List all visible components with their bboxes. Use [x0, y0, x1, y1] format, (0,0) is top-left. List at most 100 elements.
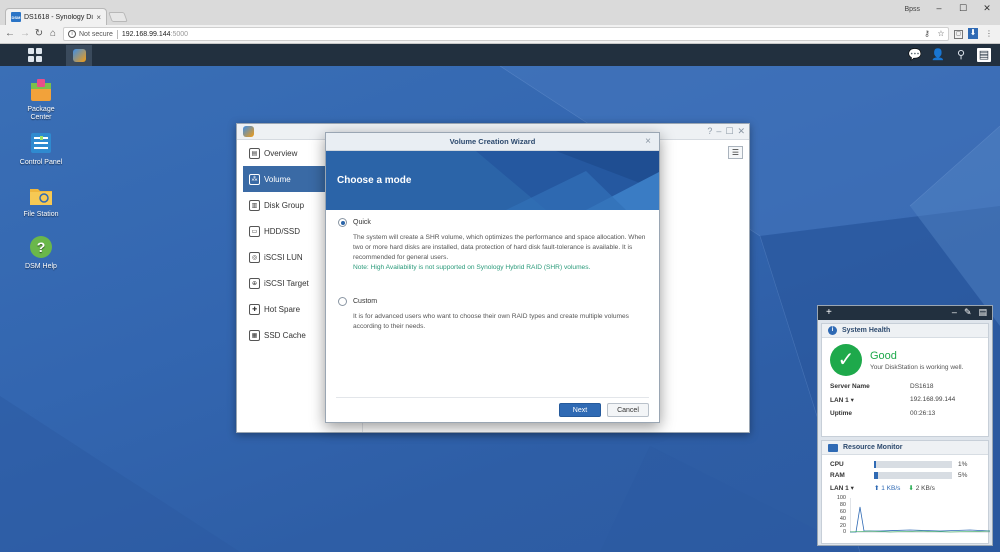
nav-label: Disk Group: [264, 200, 305, 210]
home-icon[interactable]: ⌂: [47, 28, 59, 39]
desktop-icon-control-panel[interactable]: Control Panel: [6, 130, 76, 166]
wizard-body: Quick The system will create a SHR volum…: [326, 210, 659, 400]
desktop-icon-file-station[interactable]: File Station: [6, 182, 76, 218]
help-icon: ?: [30, 236, 52, 258]
notifications-chat-icon[interactable]: 💬: [908, 48, 922, 62]
maximize-icon[interactable]: ☐: [956, 3, 970, 14]
globe-icon: ⊕: [249, 277, 260, 289]
health-subtext: Your DiskStation is working well.: [870, 363, 964, 371]
user-icon[interactable]: 👤: [931, 48, 945, 62]
ram-row: RAM 5%: [822, 470, 988, 481]
browser-tab[interactable]: DSM DS1618 - Synology DiskS ×: [5, 8, 107, 25]
search-icon[interactable]: ⚲: [954, 48, 968, 62]
info-row: Server Name DS1618: [822, 380, 988, 393]
key-icon[interactable]: ⚷: [922, 29, 932, 38]
info-icon[interactable]: i: [68, 30, 76, 38]
address-bar[interactable]: i Not secure 192.168.99.144:5000: [63, 27, 949, 41]
synology-favicon-icon: DSM: [11, 12, 21, 22]
quick-radio[interactable]: [338, 218, 347, 227]
taskbar-storage-manager[interactable]: [66, 45, 92, 66]
folder-icon: [30, 189, 52, 205]
widget-toolbar: + – ✎ ▤: [818, 306, 992, 320]
storage-manager-icon: [243, 126, 254, 137]
note-text: Note: High Availability is not supported…: [353, 264, 591, 271]
main-menu-icon[interactable]: [24, 47, 46, 63]
ram-value: 5%: [958, 472, 968, 479]
widget-header[interactable]: Resource Monitor: [822, 441, 988, 455]
custom-radio[interactable]: [338, 297, 347, 306]
maximize-icon[interactable]: ☐: [725, 126, 733, 137]
help-icon[interactable]: ?: [707, 126, 712, 137]
menu-kebab-icon[interactable]: ⋮: [984, 29, 994, 38]
browser-user-name[interactable]: Bpss: [904, 6, 920, 13]
back-icon[interactable]: ←: [4, 28, 16, 39]
minimize-icon[interactable]: –: [932, 3, 946, 13]
lan-selector[interactable]: LAN 1 ▾: [830, 484, 874, 492]
chart-tick: 40: [839, 516, 846, 522]
ram-label: RAM: [830, 472, 845, 479]
nav-label: Volume: [264, 174, 291, 184]
forward-icon[interactable]: →: [19, 28, 31, 39]
wizard-banner: Choose a mode: [326, 151, 659, 210]
info-value: DS1618: [910, 383, 934, 390]
tab-title: DS1618 - Synology DiskS: [24, 13, 93, 21]
wizard-footer: Next Cancel: [336, 397, 649, 422]
reload-icon[interactable]: ↻: [33, 28, 45, 39]
option-quick[interactable]: Quick: [338, 218, 647, 227]
ssd-cache-icon: ▦: [249, 329, 260, 341]
desktop-icon-package-center[interactable]: Package Center: [6, 77, 76, 122]
cpu-value: 1%: [958, 461, 968, 468]
desktop-icon-label: DSM Help: [25, 263, 57, 270]
minimize-icon[interactable]: –: [716, 126, 721, 137]
tab-close-icon[interactable]: ×: [96, 13, 101, 22]
desktop-icon-label: Package Center: [27, 106, 55, 121]
overview-icon: ▤: [249, 147, 260, 159]
info-icon: i: [828, 326, 837, 335]
chart-tick: 60: [839, 509, 846, 515]
info-key: Uptime: [830, 410, 853, 417]
cpu-bar: [874, 461, 952, 468]
lan-row: LAN 1 ▾ ⬆ 1 KB/s ⬇ 2 KB/s: [822, 481, 988, 495]
info-row[interactable]: LAN 1 ▾ 192.168.99.144: [822, 393, 988, 407]
info-key[interactable]: LAN 1 ▾: [830, 396, 910, 404]
wizard-title-bar[interactable]: Volume Creation Wizard ×: [326, 133, 659, 151]
health-status: Good: [870, 349, 897, 362]
sort-icon[interactable]: ☰: [728, 146, 743, 159]
url-host: 192.168.99.144: [121, 30, 171, 38]
star-icon[interactable]: ☆: [936, 29, 946, 38]
close-icon[interactable]: ✕: [737, 126, 745, 137]
nav-label: SSD Cache: [264, 330, 306, 340]
dsm-taskbar: 💬 👤 ⚲ ▤: [0, 44, 1000, 66]
check-icon: ✓: [830, 344, 862, 376]
monitor-icon: [828, 443, 838, 452]
close-icon[interactable]: ×: [645, 133, 651, 151]
nav-label: iSCSI Target: [264, 278, 309, 288]
extension-icon[interactable]: ◻: [954, 30, 963, 39]
info-value: 00:26:13: [910, 410, 936, 417]
ram-bar: [874, 472, 952, 479]
upload-rate: ⬆ 1 KB/s: [874, 485, 901, 492]
pin-icon[interactable]: ✎: [964, 307, 972, 318]
cancel-button[interactable]: Cancel: [607, 403, 649, 417]
add-widget-icon[interactable]: +: [826, 307, 832, 318]
desktop-icon-dsm-help[interactable]: ? DSM Help: [6, 234, 76, 270]
widget-header[interactable]: i System Health: [822, 324, 988, 338]
browser-toolbar: ← → ↻ ⌂ i Not secure 192.168.99.144:5000…: [0, 25, 1000, 44]
security-label: Not secure: [79, 30, 113, 38]
browser-tab-bar: DSM DS1618 - Synology DiskS × Bpss – ☐ ✕: [0, 0, 1000, 25]
wizard-title: Volume Creation Wizard: [449, 137, 536, 146]
widgets-icon[interactable]: ▤: [977, 48, 991, 62]
close-window-icon[interactable]: ✕: [980, 3, 994, 14]
new-tab-button[interactable]: [108, 12, 128, 22]
chart-tick: 80: [839, 502, 846, 508]
url-port: :5000: [170, 30, 189, 38]
next-button[interactable]: Next: [559, 403, 601, 417]
option-custom[interactable]: Custom: [338, 297, 647, 306]
custom-description: It is for advanced users who want to cho…: [353, 313, 629, 330]
minimize-icon[interactable]: –: [952, 307, 957, 318]
widget-settings-icon[interactable]: ▤: [978, 307, 987, 318]
download-extension-icon[interactable]: ⬇: [968, 28, 978, 39]
hdd-icon: ▭: [249, 225, 260, 237]
download-rate: ⬇ 2 KB/s: [908, 485, 935, 492]
info-key: Server Name: [830, 383, 870, 390]
